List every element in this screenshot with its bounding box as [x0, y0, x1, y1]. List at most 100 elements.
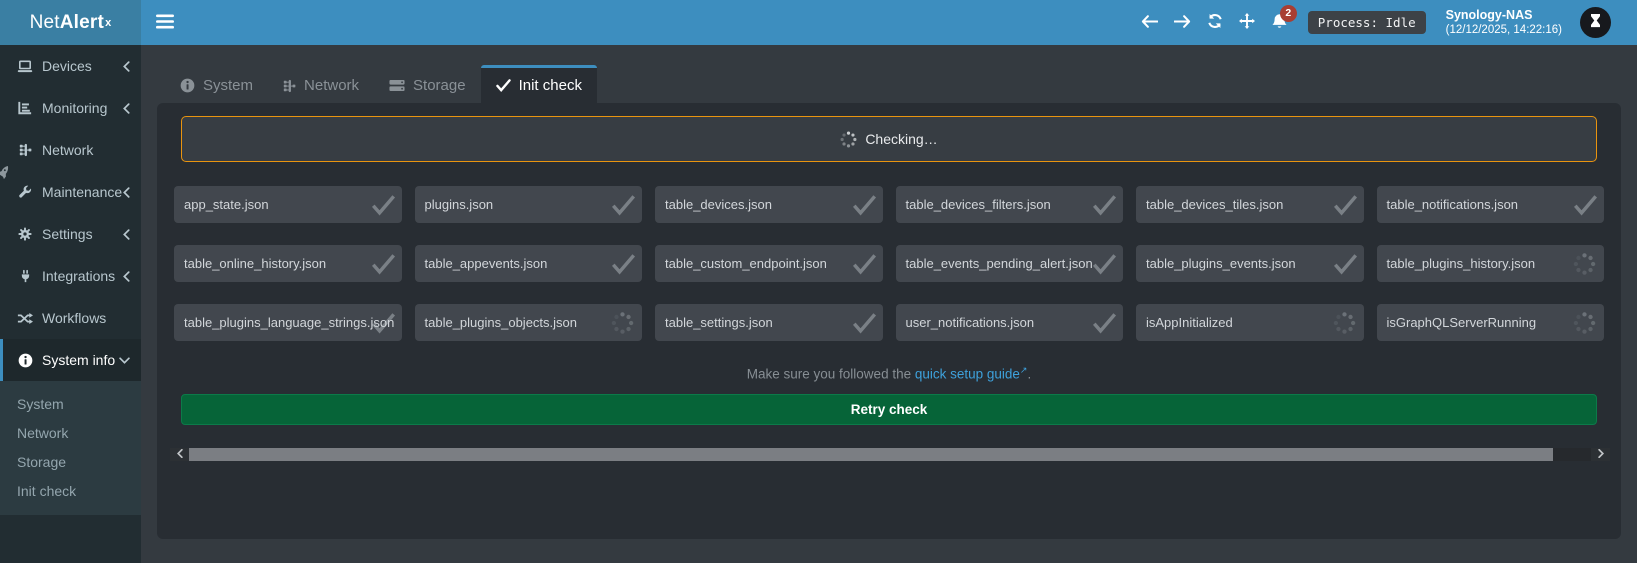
check-tile-label: table_events_pending_alert.json [906, 256, 1093, 271]
check-tile-label: table_notifications.json [1387, 197, 1519, 212]
check-tile-table-notifications-json: table_notifications.json [1377, 186, 1605, 223]
check-tile-user-notifications-json: user_notifications.json [896, 304, 1124, 341]
sidebar-item-devices[interactable]: Devices [0, 45, 141, 87]
sidebar-subitem-network[interactable]: Network [0, 418, 141, 447]
notifications-count-badge: 2 [1280, 5, 1297, 22]
check-icon [370, 194, 397, 216]
main-content: System Network Storage Init check Checking…… [141, 45, 1637, 563]
shuffle-icon [16, 312, 34, 325]
tab-init-check[interactable]: Init check [481, 65, 597, 103]
move-icon [1239, 13, 1255, 32]
app-shell: Devices Monitoring Network Maintenance Setti… [0, 45, 1637, 563]
sidebar-item-network[interactable]: Network [0, 129, 141, 171]
avatar-hourglass-icon [1588, 13, 1603, 33]
sidebar-item-workflows[interactable]: Workflows [0, 297, 141, 339]
chevron-down-icon [119, 357, 130, 364]
user-avatar[interactable] [1580, 7, 1611, 38]
check-tile-table-devices-json: table_devices.json [655, 186, 883, 223]
spinner-icon [1333, 311, 1356, 334]
scrollbar-thumb[interactable] [189, 448, 1553, 461]
sidebar-item-label: Maintenance [42, 184, 123, 200]
check-icon [851, 194, 878, 216]
sidebar-item-label: Integrations [42, 268, 123, 284]
check-tile-label: table_plugins_events.json [1146, 256, 1296, 271]
sidebar-subitem-init-check[interactable]: Init check [0, 476, 141, 505]
menu-icon [156, 14, 174, 32]
app-logo[interactable]: NetAlertx [0, 0, 141, 45]
top-bar: NetAlertx 2 Process: Idle [0, 0, 1637, 45]
init-check-panel: Checking… app_state.jsonplugins.jsontabl… [157, 103, 1621, 539]
scroll-right-button[interactable] [1591, 448, 1610, 461]
sidebar-item-label: Network [42, 142, 130, 158]
info-icon [180, 78, 195, 93]
tab-system[interactable]: System [165, 65, 268, 103]
check-tile-label: isGraphQLServerRunning [1387, 315, 1537, 330]
check-icon [1091, 312, 1118, 334]
check-tile-table-plugins-events-json: table_plugins_events.json [1136, 245, 1364, 282]
quick-setup-guide-link[interactable]: quick setup guide [915, 367, 1020, 382]
check-tile-label: table_settings.json [665, 315, 773, 330]
check-tile-label: table_devices_tiles.json [1146, 197, 1283, 212]
scrollbar-track[interactable] [189, 448, 1591, 461]
sidebar-item-integrations[interactable]: Integrations [0, 255, 141, 297]
chevron-right-icon [1598, 445, 1604, 463]
sidebar-subitem-system[interactable]: System [0, 389, 141, 418]
sidebar-item-label: Monitoring [42, 100, 123, 116]
refresh-button[interactable] [1207, 13, 1223, 32]
sidebar-item-monitoring[interactable]: Monitoring [0, 87, 141, 129]
back-button[interactable] [1141, 15, 1158, 31]
logo-bold: Alert [60, 12, 104, 34]
navbar-right-cluster: 2 Process: Idle Synology-NAS (12/12/2025… [1141, 7, 1611, 38]
tab-label: Storage [413, 77, 466, 94]
chevron-left-icon [123, 61, 130, 72]
hint-suffix: . [1027, 367, 1031, 382]
sidebar-subitem-storage[interactable]: Storage [0, 447, 141, 476]
check-tile-table-devices-tiles-json: table_devices_tiles.json [1136, 186, 1364, 223]
refresh-icon [1207, 13, 1223, 32]
move-button[interactable] [1239, 13, 1255, 32]
check-icon [1332, 253, 1359, 275]
checking-alert: Checking… [181, 116, 1597, 162]
scroll-left-button[interactable] [170, 448, 189, 461]
spinner-icon [1573, 252, 1596, 275]
logo-prefix: Net [30, 12, 60, 34]
check-tile-label: table_devices.json [665, 197, 772, 212]
check-tile-label: table_custom_endpoint.json [665, 256, 827, 271]
forward-button[interactable] [1174, 15, 1191, 31]
info-icon [16, 353, 34, 368]
check-tile-label: plugins.json [425, 197, 494, 212]
retry-check-button[interactable]: Retry check [181, 394, 1597, 425]
check-tile-table-plugins-objects-json: table_plugins_objects.json [415, 304, 643, 341]
sidebar-menu: Devices Monitoring Network Maintenance Setti… [0, 45, 141, 515]
sidebar-toggle-button[interactable] [156, 14, 174, 32]
gear-icon [16, 227, 34, 241]
check-tile-label: table_plugins_objects.json [425, 315, 578, 330]
check-icon [370, 253, 397, 275]
check-icon [610, 194, 637, 216]
chevron-left-icon [177, 445, 183, 463]
hint-prefix: Make sure you followed the [747, 367, 915, 382]
tab-label: System [203, 77, 253, 94]
tab-storage[interactable]: Storage [374, 65, 481, 103]
check-tile-label: table_plugins_history.json [1387, 256, 1536, 271]
arrow-left-icon [1141, 15, 1158, 31]
sidebar: Devices Monitoring Network Maintenance Setti… [0, 45, 141, 563]
check-tile-table-custom-endpoint-json: table_custom_endpoint.json [655, 245, 883, 282]
sidebar-item-system-info[interactable]: System info [0, 339, 141, 381]
check-tile-table-settings-json: table_settings.json [655, 304, 883, 341]
server-icon [389, 79, 405, 92]
chevron-left-icon [123, 187, 130, 198]
check-tile-isgraphqlserverrunning: isGraphQLServerRunning [1377, 304, 1605, 341]
host-name: Synology-NAS [1446, 7, 1562, 23]
check-tile-table-events-pending-alert-json: table_events_pending_alert.json [896, 245, 1124, 282]
tab-network[interactable]: Network [268, 65, 374, 103]
check-icon [496, 79, 511, 92]
sidebar-item-maintenance[interactable]: Maintenance [0, 171, 141, 213]
notifications-button[interactable]: 2 [1271, 13, 1288, 33]
check-tile-isappinitialized: isAppInitialized [1136, 304, 1364, 341]
chevron-left-icon [123, 229, 130, 240]
sidebar-item-settings[interactable]: Settings [0, 213, 141, 255]
check-icon [851, 312, 878, 334]
sidebar-item-label: Devices [42, 58, 123, 74]
network-icon [283, 79, 296, 93]
